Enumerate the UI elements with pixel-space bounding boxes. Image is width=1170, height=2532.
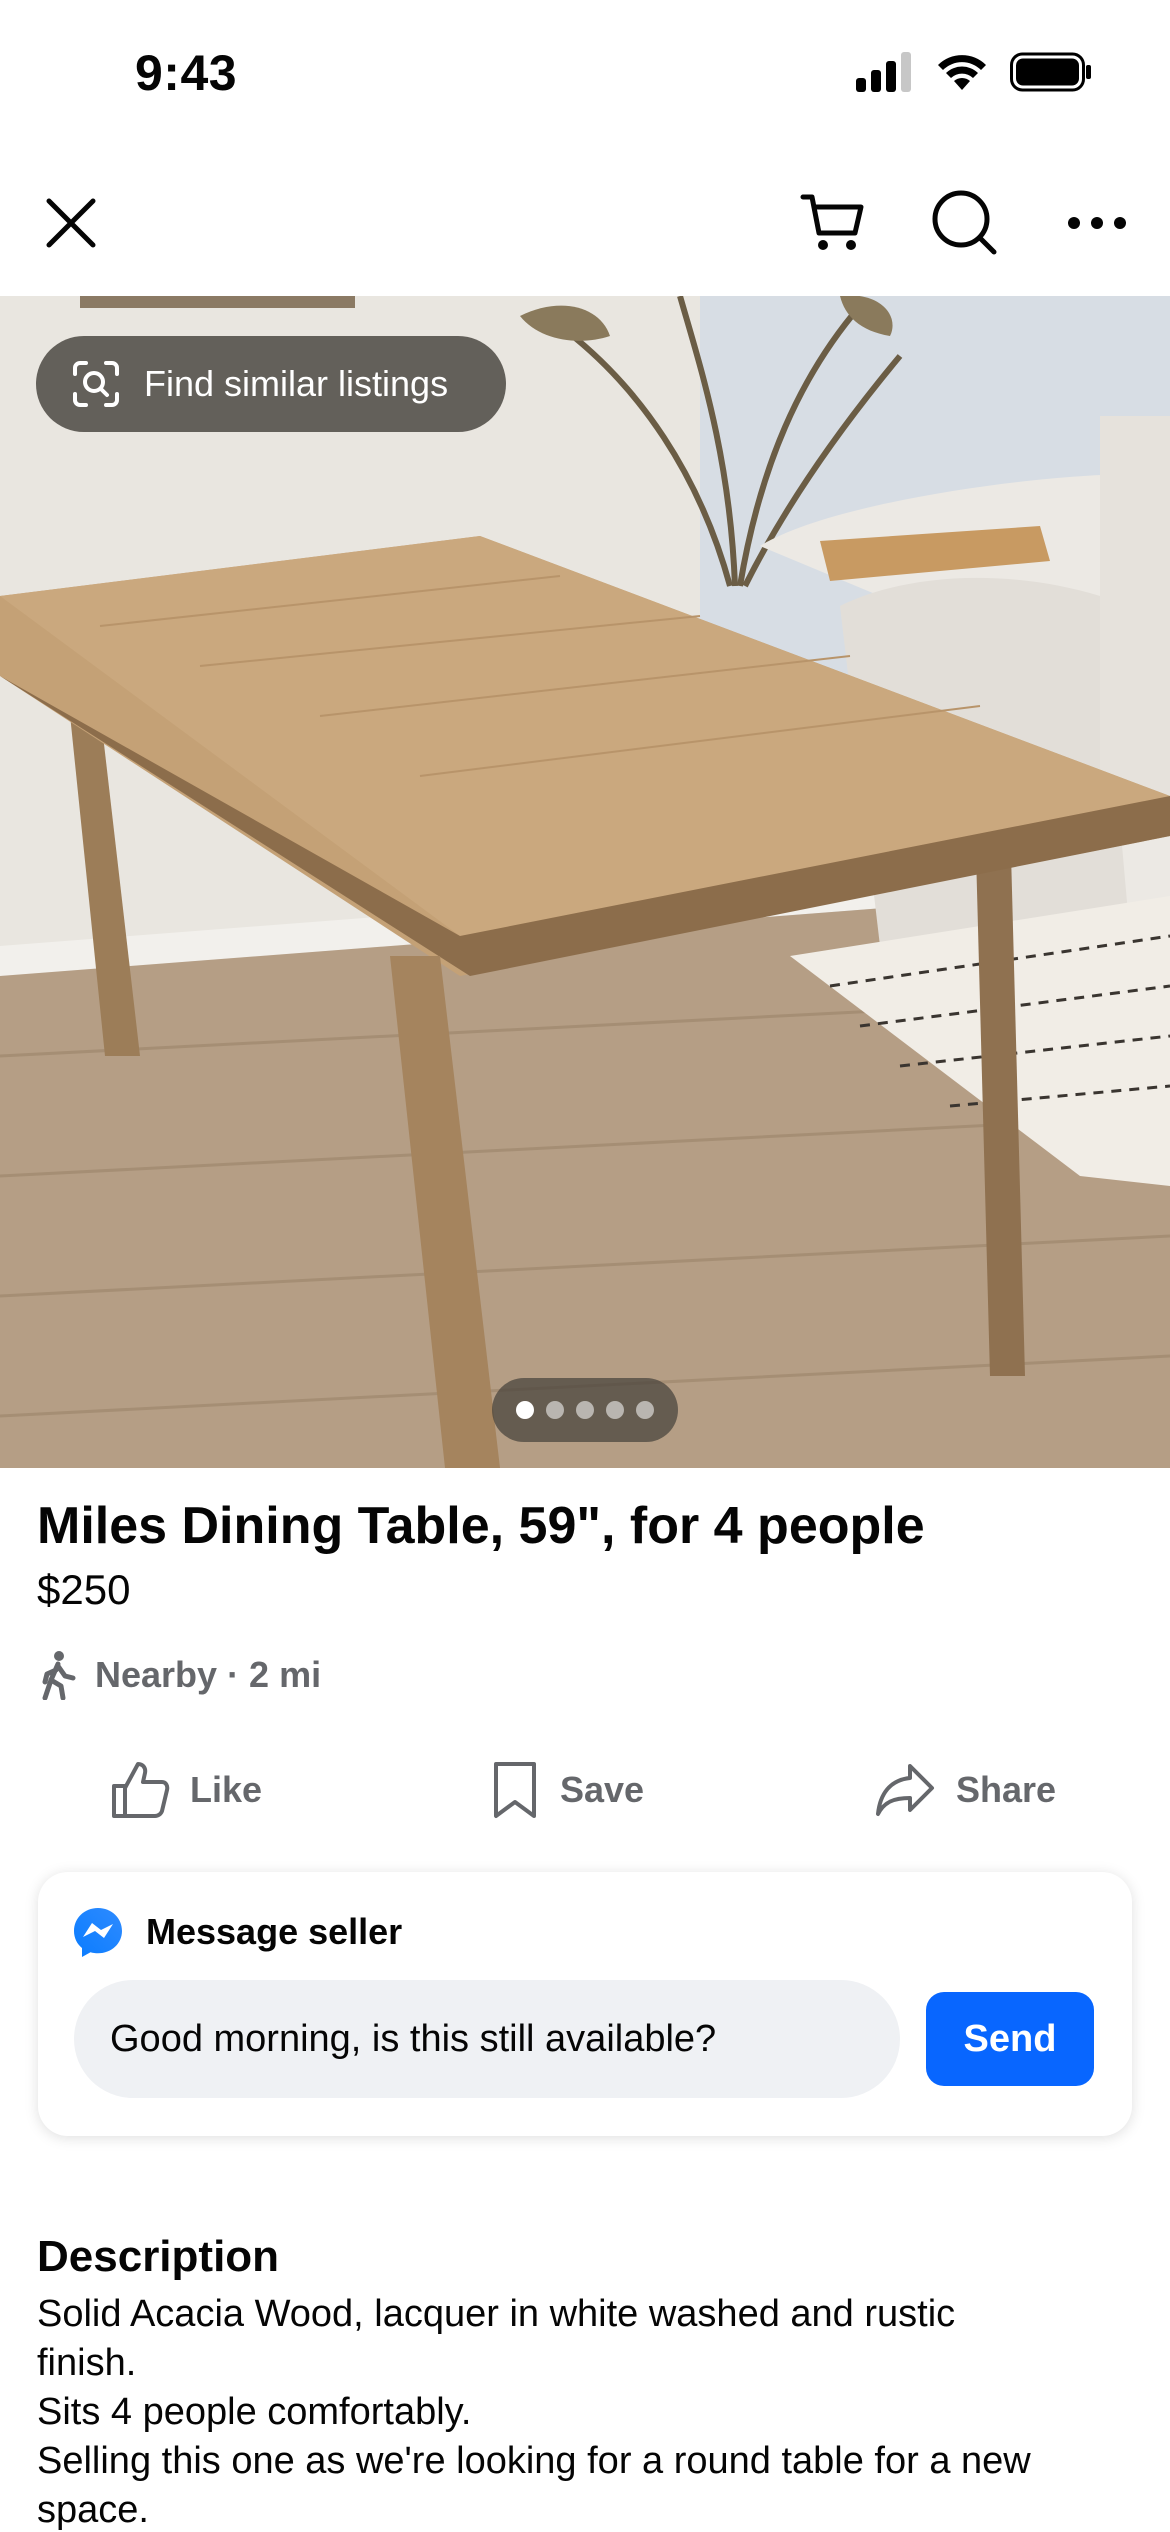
like-label: Like: [190, 1769, 263, 1810]
listing-photo[interactable]: Find similar listings: [0, 296, 1170, 1468]
message-seller-header: Message seller: [72, 1906, 402, 1958]
search-icon: [932, 190, 997, 255]
cart-icon: [800, 194, 864, 250]
message-seller-title: Message seller: [146, 1911, 403, 1952]
listing-location: Nearby · 2 mi: [37, 1650, 321, 1700]
description-line: finish.: [37, 2342, 137, 2384]
messenger-icon: [74, 1908, 122, 1957]
walking-person-icon: [42, 1651, 76, 1700]
share-label: Share: [956, 1769, 1057, 1810]
battery-icon: [1010, 52, 1091, 92]
action-row: Like Save Share: [0, 1740, 1170, 1840]
close-icon: [46, 198, 96, 248]
search-button[interactable]: [922, 180, 1008, 266]
photo-pager[interactable]: [492, 1378, 678, 1442]
description-heading: Description: [37, 2232, 280, 2281]
nav-bar: [0, 150, 1170, 296]
cart-button[interactable]: [790, 180, 876, 266]
pager-dot[interactable]: [606, 1401, 624, 1419]
close-button[interactable]: [28, 180, 114, 266]
listing-price: $250: [37, 1566, 131, 1613]
send-button[interactable]: Send: [926, 1992, 1094, 2086]
like-button[interactable]: Like: [110, 1740, 262, 1840]
pager-dot-active[interactable]: [516, 1401, 534, 1419]
signal-icon: [856, 52, 911, 92]
location-text: Nearby · 2 mi: [95, 1654, 322, 1695]
pager-dot[interactable]: [636, 1401, 654, 1419]
find-similar-button[interactable]: Find similar listings: [36, 336, 506, 432]
description-line: Selling this one as we're looking for a …: [37, 2440, 1031, 2482]
listing-title: Miles Dining Table, 59", for 4 people: [37, 1497, 925, 1555]
status-icons: [856, 52, 1092, 92]
save-button[interactable]: Save: [490, 1740, 644, 1840]
description-line: Solid Acacia Wood, lacquer in white wash…: [37, 2293, 956, 2335]
find-similar-label: Find similar listings: [144, 363, 449, 404]
visual-search-icon: [73, 361, 119, 407]
save-label: Save: [560, 1769, 645, 1810]
description-body: Solid Acacia Wood, lacquer in white wash…: [37, 2290, 1137, 2532]
description-line: space.: [37, 2489, 149, 2531]
status-bar: 9:43: [0, 0, 1170, 150]
status-time: 9:43: [135, 45, 238, 101]
bookmark-icon: [494, 1762, 536, 1818]
message-input[interactable]: Good morning, is this still available?: [74, 1980, 900, 2098]
share-button[interactable]: Share: [874, 1740, 1056, 1840]
more-icon: [1068, 217, 1126, 229]
more-button[interactable]: [1054, 180, 1140, 266]
description-line: Sits 4 people comfortably.: [37, 2391, 472, 2433]
message-seller-card: Message seller Good morning, is this sti…: [38, 1872, 1132, 2136]
share-arrow-icon: [876, 1764, 934, 1816]
table-photo-illustration: [0, 296, 1170, 1468]
wifi-icon: [938, 55, 986, 90]
pager-dot[interactable]: [576, 1401, 594, 1419]
pager-dot[interactable]: [546, 1401, 564, 1419]
thumbs-up-icon: [112, 1762, 170, 1818]
